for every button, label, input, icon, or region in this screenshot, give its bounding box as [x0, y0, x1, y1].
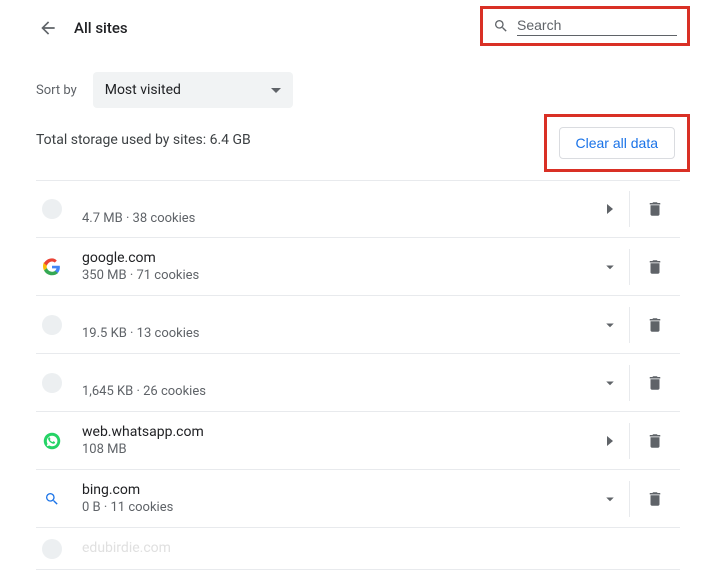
site-info: bing.com 0 B · 11 cookies	[82, 482, 590, 515]
site-row[interactable]: 4.7 MB · 38 cookies	[36, 180, 680, 238]
chevron-down-icon[interactable]	[590, 365, 630, 401]
clear-all-data-button[interactable]: Clear all data	[559, 127, 676, 159]
site-meta: 19.5 KB · 13 cookies	[82, 326, 590, 341]
expand-right-icon[interactable]	[590, 191, 630, 227]
clear-highlight: Clear all data	[544, 114, 691, 172]
chevron-down-icon[interactable]	[590, 249, 630, 285]
search-highlight	[480, 6, 690, 46]
total-storage-text: Total storage used by sites: 6.4 GB	[36, 132, 251, 148]
site-meta: 1,645 KB · 26 cookies	[82, 384, 590, 399]
chevron-down-icon[interactable]	[590, 481, 630, 517]
sort-row: Sort by Most visited	[36, 72, 680, 108]
site-favicon	[42, 431, 62, 451]
back-button[interactable]	[36, 16, 60, 40]
chevron-down-icon[interactable]	[590, 307, 630, 343]
header: All sites	[36, 0, 680, 56]
site-favicon	[42, 373, 62, 393]
sites-list: 4.7 MB · 38 cookies google.com 350 MB · 71…	[36, 180, 680, 570]
site-info: google.com 350 MB · 71 cookies	[82, 250, 590, 283]
site-name: bing.com	[82, 482, 590, 498]
site-row[interactable]: bing.com 0 B · 11 cookies	[36, 470, 680, 528]
site-meta: 108 MB	[82, 442, 590, 457]
site-meta: 4.7 MB · 38 cookies	[82, 211, 590, 226]
delete-button[interactable]	[630, 374, 680, 392]
delete-button[interactable]	[630, 316, 680, 334]
site-meta: 350 MB · 71 cookies	[82, 268, 590, 283]
site-name: edubirdie.com	[82, 540, 680, 556]
page-title: All sites	[74, 19, 128, 37]
delete-button[interactable]	[630, 200, 680, 218]
site-favicon	[42, 257, 62, 277]
site-name	[82, 366, 590, 382]
site-row[interactable]: 1,645 KB · 26 cookies	[36, 354, 680, 412]
site-info: 4.7 MB · 38 cookies	[82, 193, 590, 226]
sort-selected: Most visited	[105, 82, 181, 98]
expand-right-icon[interactable]	[590, 423, 630, 459]
delete-button[interactable]	[630, 432, 680, 450]
site-favicon	[42, 539, 62, 559]
site-row[interactable]: edubirdie.com	[36, 528, 680, 570]
dropdown-icon	[271, 88, 281, 93]
delete-button[interactable]	[630, 258, 680, 276]
site-favicon	[42, 315, 62, 335]
site-row[interactable]: 19.5 KB · 13 cookies	[36, 296, 680, 354]
site-name	[82, 193, 590, 209]
site-info: web.whatsapp.com 108 MB	[82, 424, 590, 457]
site-info: 1,645 KB · 26 cookies	[82, 366, 590, 399]
site-name: google.com	[82, 250, 590, 266]
sort-select[interactable]: Most visited	[93, 72, 293, 108]
site-info: edubirdie.com	[82, 540, 680, 558]
site-name	[82, 308, 590, 324]
site-name: web.whatsapp.com	[82, 424, 590, 440]
site-favicon	[42, 489, 62, 509]
site-row[interactable]: google.com 350 MB · 71 cookies	[36, 238, 680, 296]
site-meta: 0 B · 11 cookies	[82, 500, 590, 515]
site-info: 19.5 KB · 13 cookies	[82, 308, 590, 341]
site-favicon	[42, 199, 62, 219]
site-row[interactable]: web.whatsapp.com 108 MB	[36, 412, 680, 470]
search-input[interactable]	[517, 17, 677, 36]
search-icon	[493, 18, 509, 34]
sort-label: Sort by	[36, 83, 77, 98]
delete-button[interactable]	[630, 490, 680, 508]
